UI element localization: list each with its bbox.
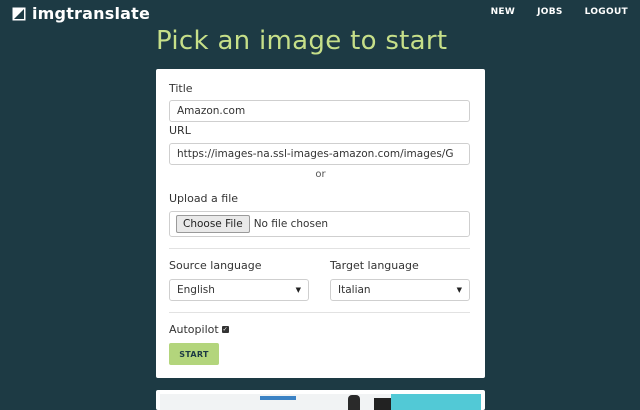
url-label: URL: [169, 124, 191, 137]
nav-logout[interactable]: LOGOUT: [585, 7, 628, 17]
url-input[interactable]: [169, 143, 470, 165]
source-language-label: Source language: [169, 259, 262, 272]
upload-form-card: Title URL or Upload a file Choose File N…: [156, 69, 485, 378]
divider: [169, 312, 470, 313]
nav-links: NEW JOBS LOGOUT: [491, 7, 628, 17]
upload-label: Upload a file: [169, 192, 239, 205]
file-upload-field: Choose File No file chosen: [169, 211, 470, 237]
target-language-label: Target language: [330, 259, 419, 272]
preview-image: [160, 394, 481, 410]
preview-banner-tag: [260, 396, 296, 400]
preview-speaker-device: [348, 395, 360, 410]
brand-name: imgtranslate: [32, 4, 151, 23]
target-language-value: Italian: [338, 284, 371, 296]
preview-color-stripe: [391, 394, 481, 410]
chevron-down-icon: ▼: [456, 286, 462, 294]
page-title: Pick an image to start: [156, 26, 448, 56]
nav-new[interactable]: NEW: [491, 7, 516, 17]
checkmark-icon: ✓: [222, 326, 228, 333]
title-input[interactable]: [169, 100, 470, 122]
start-button[interactable]: START: [169, 343, 219, 365]
source-language-value: English: [177, 284, 215, 296]
title-label: Title: [169, 82, 193, 95]
choose-file-button[interactable]: Choose File: [176, 215, 250, 233]
divider: [169, 248, 470, 249]
source-language-select[interactable]: English ▼: [169, 279, 309, 301]
target-language-select[interactable]: Italian ▼: [330, 279, 470, 301]
top-navbar: imgtranslate NEW JOBS LOGOUT: [0, 0, 640, 26]
autopilot-checkbox[interactable]: ✓: [221, 326, 229, 333]
nav-jobs[interactable]: JOBS: [537, 7, 563, 17]
autopilot-label: Autopilot: [169, 323, 219, 336]
or-separator: or: [315, 169, 326, 180]
chevron-down-icon: ▼: [295, 286, 301, 294]
autopilot-option: Autopilot ✓: [169, 323, 229, 336]
image-preview: [156, 390, 485, 410]
logo-square-icon: [12, 7, 26, 20]
file-status: No file chosen: [253, 218, 329, 230]
brand-logo[interactable]: imgtranslate: [12, 4, 150, 23]
